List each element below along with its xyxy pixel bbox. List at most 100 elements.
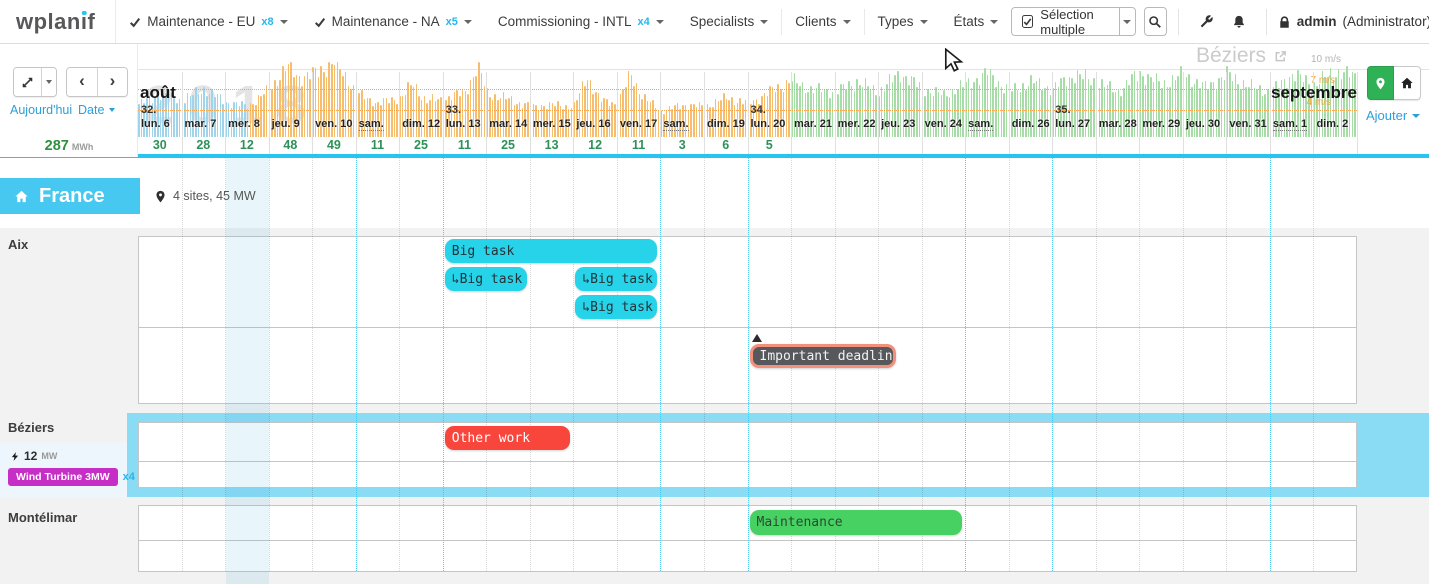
search-button[interactable] [1144, 7, 1168, 36]
other-work-bar[interactable]: Other work [445, 426, 571, 450]
wind-bar [805, 93, 807, 137]
chevron-down-icon [280, 20, 288, 24]
wind-bar [579, 93, 581, 138]
menu-label: Commissioning - INTL [498, 14, 632, 29]
daily-energy-value: 28 [182, 137, 226, 153]
external-link-icon[interactable] [1274, 50, 1287, 63]
wind-bar [173, 98, 175, 137]
wind-bar [418, 96, 420, 137]
wind-bar [946, 96, 948, 137]
wind-bar [595, 92, 597, 137]
important-deadline-bar[interactable]: Important deadline [750, 344, 896, 368]
day-label: mer. 29 [1142, 118, 1180, 130]
day-label: sam. [968, 118, 993, 131]
header-day-separator [1357, 72, 1358, 154]
day-label: ven. 31 [1229, 118, 1266, 130]
bell-icon[interactable] [1232, 14, 1246, 29]
wind-bar [309, 79, 311, 138]
wind-bar [611, 102, 613, 137]
user-name: admin [1297, 14, 1337, 29]
day-label: jeu. 9 [272, 118, 300, 130]
multi-select-button[interactable]: Sélection multiple [1011, 7, 1135, 36]
country-row-france[interactable]: France [0, 178, 140, 214]
weekend-gridline [1270, 158, 1271, 571]
map-pin-button[interactable] [1367, 66, 1394, 100]
deadline-marker-icon [752, 334, 762, 342]
menu-clients[interactable]: Clients [782, 0, 863, 44]
big-task-sub-1-bar[interactable]: ↳Big task [445, 267, 527, 291]
search-icon [1148, 15, 1162, 29]
menu-types[interactable]: Types [865, 0, 941, 44]
day-label: mar. 21 [794, 118, 832, 130]
wind-bar [1011, 91, 1013, 137]
wind-bar [962, 87, 964, 137]
location-pin-icon [1374, 77, 1387, 90]
turbine-type-badge: Wind Turbine 3MW [8, 468, 118, 486]
daily-energy-value: 49 [312, 137, 356, 153]
maintenance-bar[interactable]: Maintenance [750, 510, 963, 535]
header-day-separator [965, 72, 966, 154]
beziers-turbine-row: Wind Turbine 3MW x4 [8, 468, 135, 486]
site-label-aix[interactable]: Aix [8, 237, 28, 252]
day-label: dim. 19 [707, 118, 745, 130]
wind-bar [614, 104, 616, 137]
home-view-button[interactable] [1394, 66, 1421, 100]
menu-commissioning-intl[interactable]: Commissioning - INTLx4 [485, 0, 677, 44]
wind-bar [190, 96, 192, 137]
site-label-beziers[interactable]: Béziers [8, 420, 54, 435]
wind-bar [503, 92, 505, 137]
wind-bar [206, 96, 208, 137]
wind-bar [837, 94, 839, 137]
day-label: dim. 2 [1316, 118, 1348, 130]
today-highlight [226, 158, 270, 584]
day-gridline [1139, 158, 1140, 571]
check-icon [314, 16, 326, 28]
daily-energy-value: 11 [617, 137, 661, 153]
day-label: mar. 28 [1099, 118, 1137, 130]
month-label-september: septembre [1242, 83, 1357, 103]
header-day-separator [791, 72, 792, 154]
country-summary: 4 sites, 45 MW [154, 189, 256, 203]
wind-bar [201, 94, 203, 138]
big-task-sub-3-bar[interactable]: ↳Big task [575, 295, 657, 319]
day-gridline [617, 158, 618, 571]
day-label: mar. 7 [185, 118, 217, 130]
date-link[interactable]: Date [78, 103, 115, 117]
big-task-sub-2-bar[interactable]: ↳Big task [575, 267, 657, 291]
expand-range-button[interactable] [14, 68, 41, 96]
app-logo[interactable]: wplanıf [0, 0, 116, 43]
wind-bar [723, 93, 725, 137]
scroll-right-button[interactable]: › [97, 68, 127, 96]
scroll-button-group: ‹ › [66, 67, 128, 97]
weekend-gridline [660, 158, 661, 571]
wind-bar [260, 96, 262, 137]
day-label: jeu. 16 [576, 118, 610, 130]
divider [1178, 9, 1179, 35]
wind-bar [639, 94, 641, 137]
wind-bar [220, 94, 222, 137]
menu-maintenance-eu[interactable]: Maintenance - EUx8 [116, 0, 300, 44]
wrench-icon[interactable] [1199, 14, 1214, 29]
day-gridline [225, 158, 226, 571]
day-label: lun. 20 [751, 118, 786, 130]
menu-specialists[interactable]: Specialists [677, 0, 782, 44]
header-day-separator [1139, 72, 1140, 154]
zoom-caret-button[interactable] [41, 68, 56, 96]
multi-select-caret[interactable] [1119, 8, 1134, 35]
wind-bar [1093, 78, 1095, 137]
site-label-montelimar[interactable]: Montélimar [8, 510, 77, 525]
daily-energy-value: 5 [748, 137, 792, 153]
big-task-bar[interactable]: Big task [445, 239, 658, 263]
check-icon [129, 16, 141, 28]
user-menu[interactable]: admin (Administrator) [1278, 14, 1429, 29]
wind-bar [527, 102, 529, 137]
chevron-down-icon [990, 20, 998, 24]
scroll-left-button[interactable]: ‹ [67, 68, 97, 96]
day-label: ven. 10 [315, 118, 352, 130]
today-link[interactable]: Aujourd'hui [10, 103, 72, 117]
multi-select-label: Sélection multiple [1040, 7, 1109, 37]
daily-energy-value: 11 [356, 137, 400, 153]
menu-maintenance-na[interactable]: Maintenance - NAx5 [301, 0, 485, 44]
menu-etats[interactable]: États [941, 0, 1012, 44]
add-button[interactable]: Ajouter [1366, 108, 1420, 123]
